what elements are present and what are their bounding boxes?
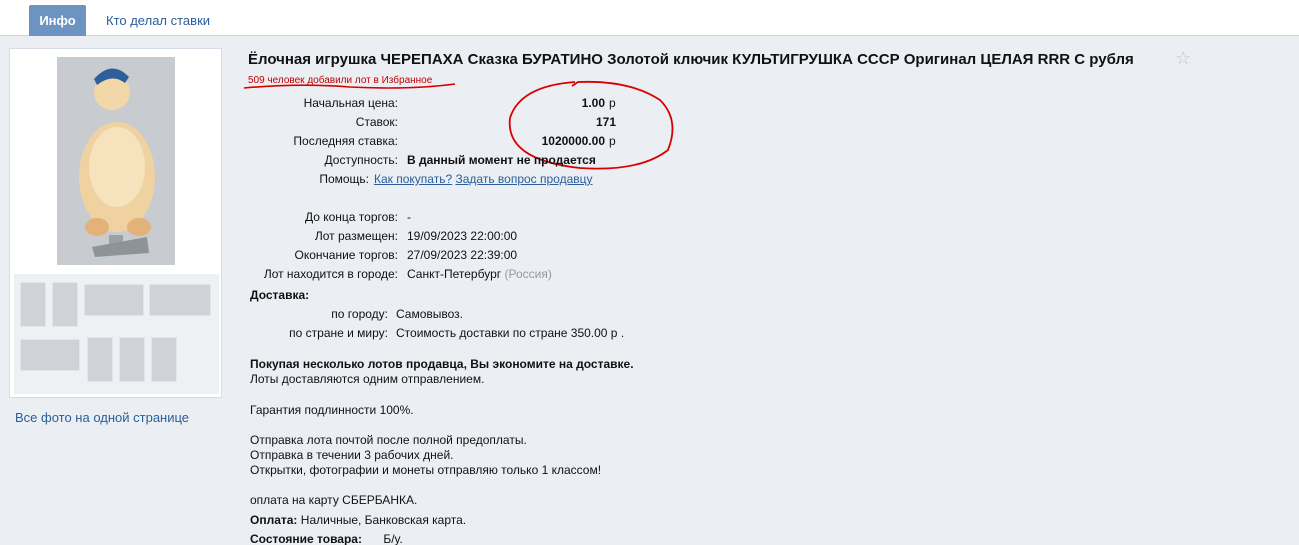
thumbnail[interactable] [20, 282, 46, 327]
payment-label: Оплата: [250, 513, 298, 527]
country-value: (Россия) [504, 267, 552, 281]
last-bid-value: 1020000.00 [541, 134, 605, 148]
shipping-note-1: Отправка лота почтой после полной предоп… [250, 433, 527, 447]
photo-panel [9, 48, 222, 398]
favorites-count: 509 человек добавили лот в Избранное [248, 75, 433, 86]
thumbnail-grid [14, 274, 219, 394]
favorite-star-icon[interactable]: ☆ [1175, 48, 1191, 69]
city-values: Санкт-Петербург (Россия) [407, 265, 552, 283]
city-label: Лот находится в городе: [263, 267, 398, 281]
availability-label: Доступность: [324, 153, 398, 167]
ask-seller-link[interactable]: Задать вопрос продавцу [455, 172, 592, 186]
help-label: Помощь: [319, 172, 369, 186]
time-left-value: - [407, 210, 411, 224]
one-shipment-note: Лоты доставляются одним отправлением. [250, 372, 485, 386]
start-price-value: 1.00 [581, 96, 605, 110]
shipping-note-3: Открытки, фотографии и монеты отправляю … [250, 463, 602, 477]
guarantee-note: Гарантия подлинности 100%. [250, 403, 414, 417]
payment-value: Наличные, Банковская карта. [300, 513, 467, 527]
main-photo[interactable] [57, 57, 175, 265]
finish-label: Окончание торгов: [294, 248, 399, 262]
condition-label: Состояние товара: [250, 532, 362, 545]
bids-label: Ставок: [355, 115, 398, 129]
tab-info[interactable]: Инфо [29, 5, 86, 36]
delivery-heading: Доставка: [250, 288, 310, 302]
bids-value: 171 [595, 115, 616, 129]
time-left-label: До конца торгов: [304, 210, 398, 224]
last-bid-label: Последняя ставка: [293, 134, 398, 148]
save-note: Покупая несколько лотов продавца, Вы эко… [250, 357, 634, 371]
help-links: Как покупать? Задать вопрос продавцу [374, 170, 593, 188]
condition-value: Б/у. [383, 532, 403, 545]
thumbnail[interactable] [20, 339, 80, 371]
turtle-toy-photo-icon [57, 57, 175, 265]
placed-label: Лот размещен: [314, 229, 398, 243]
delivery-city-label: по городу: [331, 307, 388, 321]
shipping-note-2: Отправка в течении 3 рабочих дней. [250, 448, 454, 462]
lot-title: Ёлочная игрушка ЧЕРЕПАХА Сказка БУРАТИНО… [248, 51, 1134, 68]
condition-row: Состояние товара: Б/у. [250, 532, 403, 545]
placed-value: 19/09/2023 22:00:00 [407, 229, 518, 243]
tab-bar: Инфо Кто делал ставки [0, 0, 1299, 36]
thumbnail[interactable] [119, 337, 145, 382]
thumbnail[interactable] [52, 282, 78, 327]
finish-value: 27/09/2023 22:39:00 [407, 248, 518, 262]
tab-bidders[interactable]: Кто делал ставки [95, 5, 221, 36]
thumbnail[interactable] [151, 337, 177, 382]
delivery-world-label: по стране и миру: [289, 326, 388, 340]
city-value: Санкт-Петербург [407, 267, 502, 281]
thumbnail[interactable] [149, 284, 211, 316]
payment-row: Оплата: Наличные, Банковская карта. [250, 513, 466, 528]
availability-value: В данный момент не продается [407, 153, 596, 167]
card-payment-note: оплата на карту СБЕРБАНКА. [250, 493, 418, 507]
all-photos-link[interactable]: Все фото на одной странице [15, 410, 189, 425]
delivery-city-value: Самовывоз. [396, 307, 464, 321]
how-to-buy-link[interactable]: Как покупать? [374, 172, 452, 186]
currency: р [609, 96, 616, 110]
currency: р [609, 134, 616, 148]
thumbnail[interactable] [87, 337, 113, 382]
delivery-world-value: Стоимость доставки по стране 350.00 р . [396, 326, 625, 340]
start-price-label: Начальная цена: [303, 96, 398, 110]
thumbnail[interactable] [84, 284, 144, 316]
